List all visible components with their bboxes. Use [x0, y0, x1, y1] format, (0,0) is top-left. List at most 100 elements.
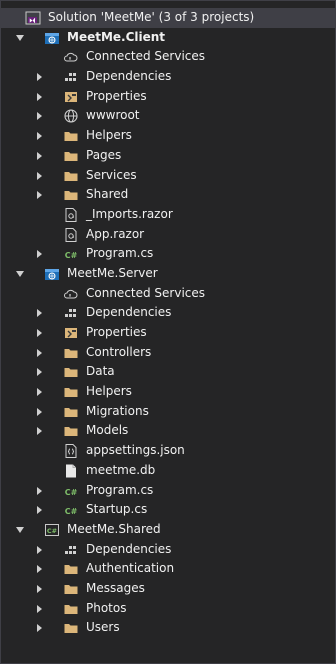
tree-item-label: Properties: [86, 325, 147, 339]
expand-arrow-icon[interactable]: [35, 579, 45, 599]
tree-item-label: Models: [86, 423, 129, 438]
svg-text:C#: C#: [47, 527, 57, 535]
expand-arrow-icon[interactable]: [35, 244, 45, 264]
folder-icon: [63, 168, 79, 184]
expand-arrow-icon[interactable]: [35, 323, 45, 343]
tree-item-data[interactable]: Data: [1, 362, 335, 382]
tree-item-helpers[interactable]: Helpers: [1, 382, 335, 402]
expand-arrow-icon[interactable]: [35, 402, 45, 422]
tree-item-dependencies[interactable]: Dependencies: [1, 303, 335, 323]
tree-item-controllers[interactable]: Controllers: [1, 343, 335, 363]
tree-item-meetme-db[interactable]: meetme.db: [1, 461, 335, 481]
tree-item-label: Connected Services: [86, 49, 206, 64]
tree-item-startup-cs[interactable]: C# Startup.cs: [1, 500, 335, 520]
expand-arrow-icon[interactable]: [35, 67, 45, 87]
tree-item-migrations[interactable]: Migrations: [1, 402, 335, 422]
csharp-file-icon: C#: [63, 483, 79, 499]
csharp-file-icon: C#: [63, 502, 79, 518]
expand-arrow-icon[interactable]: [35, 362, 45, 382]
tree-item-label: Migrations: [86, 403, 149, 418]
project-node-meetme-shared[interactable]: C# MeetMe.Shared: [1, 520, 335, 540]
tree-item-helpers[interactable]: Helpers: [1, 126, 335, 146]
tree-item-dependencies[interactable]: Dependencies: [1, 540, 335, 560]
tree-item-connected-services[interactable]: Connected Services: [1, 47, 335, 67]
tree-item-properties[interactable]: Properties: [1, 323, 335, 343]
expand-arrow-icon[interactable]: [35, 599, 45, 619]
tree-item-authentication[interactable]: Authentication: [1, 559, 335, 579]
expand-arrow-icon[interactable]: [35, 559, 45, 579]
expand-arrow-icon[interactable]: [35, 146, 45, 166]
solution-icon: [25, 10, 41, 26]
web-project-icon: [44, 266, 60, 282]
expand-arrow-icon[interactable]: [35, 87, 45, 107]
tree-item-connected-services[interactable]: Connected Services: [1, 284, 335, 304]
project-label: MeetMe.Server: [67, 265, 158, 280]
tree-item-label: Dependencies: [86, 69, 172, 84]
tree-item-label: App.razor: [86, 226, 145, 241]
tree-item-label: Pages: [86, 147, 122, 162]
expand-arrow-icon[interactable]: [35, 481, 45, 501]
folder-icon: [63, 601, 79, 617]
csharp-file-icon: C#: [63, 246, 79, 262]
expand-arrow-icon[interactable]: [35, 500, 45, 520]
razor-file-icon: [63, 207, 79, 223]
tree-item-appsettings-json[interactable]: appsettings.json: [1, 441, 335, 461]
expand-arrow-icon[interactable]: [35, 540, 45, 560]
project-node-meetme-client[interactable]: MeetMe.Client: [1, 28, 335, 48]
expand-arrow-icon[interactable]: [15, 28, 25, 48]
expand-arrow-icon[interactable]: [35, 303, 45, 323]
solution-tree: Solution 'MeetMe' (3 of 3 projects) Meet…: [1, 8, 335, 638]
folder-icon: [63, 187, 79, 203]
tree-item-photos[interactable]: Photos: [1, 599, 335, 619]
tree-item-models[interactable]: Models: [1, 421, 335, 441]
project-label: MeetMe.Client: [67, 29, 166, 44]
tree-item-label: _Imports.razor: [86, 206, 173, 221]
tree-item-label: Connected Services: [86, 285, 206, 300]
tree-item-messages[interactable]: Messages: [1, 579, 335, 599]
tree-item-label: Helpers: [86, 384, 132, 399]
expand-arrow-icon[interactable]: [35, 382, 45, 402]
expand-arrow-icon[interactable]: [35, 185, 45, 205]
tree-item-label: Users: [86, 620, 120, 635]
json-file-icon: [63, 443, 79, 459]
tree-item-app-razor[interactable]: App.razor: [1, 225, 335, 245]
tree-item-shared[interactable]: Shared: [1, 185, 335, 205]
svg-text:C#: C#: [65, 488, 78, 497]
tree-item-dependencies[interactable]: Dependencies: [1, 67, 335, 87]
tree-item-label: wwwroot: [86, 108, 140, 123]
folder-icon: [63, 404, 79, 420]
connected-services-icon: [63, 286, 79, 302]
tree-item-imports-razor[interactable]: _Imports.razor: [1, 205, 335, 225]
expand-arrow-icon[interactable]: [35, 618, 45, 638]
tree-item-pages[interactable]: Pages: [1, 146, 335, 166]
expand-arrow-icon[interactable]: [35, 343, 45, 363]
folder-icon: [63, 148, 79, 164]
tree-item-label: meetme.db: [86, 462, 156, 477]
svg-text:C#: C#: [65, 507, 78, 516]
properties-icon: [63, 325, 79, 341]
solution-node[interactable]: Solution 'MeetMe' (3 of 3 projects): [1, 8, 335, 28]
dependencies-icon: [63, 69, 79, 85]
tree-item-label: appsettings.json: [86, 443, 185, 458]
expand-arrow-icon[interactable]: [35, 421, 45, 441]
tree-item-label: Helpers: [86, 128, 132, 143]
globe-icon: [63, 108, 79, 124]
expand-arrow-icon[interactable]: [35, 166, 45, 186]
tree-item-wwwroot[interactable]: wwwroot: [1, 106, 335, 126]
project-node-meetme-server[interactable]: MeetMe.Server: [1, 264, 335, 284]
tree-item-label: Properties: [86, 88, 147, 103]
tree-item-program-cs[interactable]: C# Program.cs: [1, 244, 335, 264]
tree-item-users[interactable]: Users: [1, 618, 335, 638]
svg-text:C#: C#: [65, 251, 78, 260]
expand-arrow-icon[interactable]: [15, 264, 25, 284]
web-project-icon: [44, 30, 60, 46]
expand-arrow-icon[interactable]: [35, 106, 45, 126]
tree-item-services[interactable]: Services: [1, 166, 335, 186]
tree-item-label: Program.cs: [86, 482, 154, 497]
tree-item-label: Controllers: [86, 344, 152, 359]
tree-item-label: Data: [86, 364, 115, 379]
expand-arrow-icon[interactable]: [15, 520, 25, 540]
tree-item-program-cs[interactable]: C# Program.cs: [1, 481, 335, 501]
expand-arrow-icon[interactable]: [35, 126, 45, 146]
tree-item-properties[interactable]: Properties: [1, 87, 335, 107]
